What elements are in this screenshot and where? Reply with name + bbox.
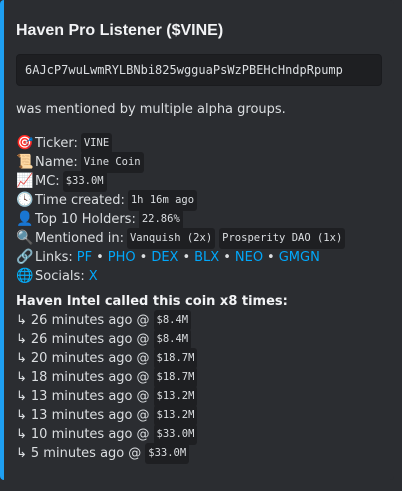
call-time: 10 minutes ago	[30, 427, 133, 442]
call-item: ↳ 13 minutes ago @ $13.2M	[16, 405, 382, 426]
call-time: 13 minutes ago	[30, 389, 133, 404]
reply-arrow-icon: ↳	[16, 313, 27, 328]
clock-icon: 🕓	[16, 192, 34, 208]
reply-arrow-icon: ↳	[16, 389, 27, 404]
link-separator: •	[267, 250, 275, 265]
link-pho[interactable]: PHO	[108, 248, 136, 267]
at-sign: @	[136, 313, 150, 328]
call-market-cap: $8.4M	[153, 329, 192, 350]
call-market-cap: $13.2M	[153, 405, 198, 426]
reply-arrow-icon: ↳	[16, 446, 27, 461]
calls-heading: Haven Intel called this coin x8 times:	[16, 294, 288, 309]
link-neo[interactable]: NEO	[235, 248, 263, 267]
chart-increasing-icon: 📈	[16, 173, 34, 189]
field-mentioned-in: 🔍 Mentioned in: Vanquish (2x) Prosperity…	[16, 228, 382, 249]
link-icon: 🔗	[16, 249, 34, 265]
field-links: 🔗 Links: PF • PHO • DEX • BLX • NEO • GM…	[16, 248, 382, 267]
at-sign: @	[136, 370, 150, 385]
scroll-icon: 📜	[16, 154, 34, 170]
call-time: 26 minutes ago	[30, 332, 133, 347]
call-item: ↳ 26 minutes ago @ $8.4M	[16, 310, 382, 331]
call-market-cap: $33.0M	[153, 424, 198, 445]
field-socials: 🌐 Socials: X	[16, 267, 382, 286]
mentioned-group: Vanquish (2x)	[126, 228, 216, 249]
embed-title: Haven Pro Listener ($VINE)	[16, 22, 224, 39]
call-market-cap: $8.4M	[153, 310, 192, 331]
magnifier-icon: 🔍	[16, 230, 34, 246]
globe-icon: 🌐	[16, 268, 34, 284]
socials-label: Socials:	[35, 269, 85, 284]
link-pf[interactable]: PF	[77, 248, 92, 267]
call-item: ↳ 13 minutes ago @ $13.2M	[16, 386, 382, 407]
at-sign: @	[136, 408, 150, 423]
reply-arrow-icon: ↳	[16, 408, 27, 423]
field-ticker: 🎯 Ticker: VINE	[16, 133, 382, 154]
time-created-label: Time created:	[35, 193, 125, 208]
top-holders-value: 22.86%	[138, 209, 183, 230]
link-separator: •	[182, 250, 191, 265]
mentioned-in-label: Mentioned in:	[35, 231, 124, 246]
mention-text: was mentioned by multiple alpha groups.	[16, 102, 286, 117]
field-time-created: 🕓 Time created: 1h 16m ago	[16, 190, 382, 211]
person-silhouette-icon: 👤	[16, 211, 34, 227]
target-icon: 🎯	[16, 135, 34, 151]
reply-arrow-icon: ↳	[16, 427, 27, 442]
reply-arrow-icon: ↳	[16, 370, 27, 385]
field-market-cap: 📈 MC: $33.0M	[16, 171, 382, 192]
call-item: ↳ 18 minutes ago @ $18.7M	[16, 367, 382, 388]
link-separator: •	[223, 250, 231, 265]
reply-arrow-icon: ↳	[16, 351, 27, 366]
link-gmgn[interactable]: GMGN	[279, 248, 320, 267]
alert-embed: Haven Pro Listener ($VINE) 6AJcP7wuLwmRY…	[0, 0, 394, 480]
ticker-value: VINE	[80, 133, 113, 154]
at-sign: @	[136, 427, 150, 442]
at-sign: @	[136, 332, 150, 347]
field-name: 📜 Name: Vine Coin	[16, 152, 382, 173]
name-label: Name:	[35, 155, 78, 170]
field-top-holders: 👤 Top 10 Holders: 22.86%	[16, 209, 382, 230]
at-sign: @	[136, 351, 150, 366]
at-sign: @	[136, 389, 150, 404]
call-market-cap: $13.2M	[153, 386, 198, 407]
name-value: Vine Coin	[80, 152, 144, 173]
market-cap-label: MC:	[35, 174, 60, 189]
link-separator: •	[96, 250, 104, 265]
call-time: 20 minutes ago	[30, 351, 133, 366]
call-item: ↳ 10 minutes ago @ $33.0M	[16, 424, 382, 445]
at-sign: @	[128, 446, 142, 461]
call-item: ↳ 20 minutes ago @ $18.7M	[16, 348, 382, 369]
market-cap-value: $33.0M	[62, 171, 107, 192]
link-dex[interactable]: DEX	[151, 248, 178, 267]
token-fields: 🎯 Ticker: VINE 📜 Name: Vine Coin 📈 MC: $…	[16, 133, 382, 286]
time-created-value: 1h 16m ago	[127, 190, 198, 211]
call-market-cap: $18.7M	[153, 367, 198, 388]
call-time: 5 minutes ago	[30, 446, 125, 461]
link-separator: •	[139, 250, 148, 265]
mentioned-group: Prosperity DAO (1x)	[219, 228, 346, 249]
call-market-cap: $18.7M	[153, 348, 198, 369]
reply-arrow-icon: ↳	[16, 332, 27, 347]
link-blx[interactable]: BLX	[194, 248, 219, 267]
contract-address-codeblock[interactable]: 6AJcP7wuLwmRYLBNbi825wgguaPsWzPBEHcHndpR…	[16, 54, 382, 86]
call-time: 26 minutes ago	[30, 313, 133, 328]
links-label: Links:	[35, 250, 73, 265]
top-holders-label: Top 10 Holders:	[35, 212, 136, 227]
call-item: ↳ 5 minutes ago @ $33.0M	[16, 443, 382, 464]
social-link-x[interactable]: X	[89, 267, 98, 286]
call-item: ↳ 26 minutes ago @ $8.4M	[16, 329, 382, 350]
call-time: 13 minutes ago	[30, 408, 133, 423]
call-market-cap: $33.0M	[145, 443, 190, 464]
calls-list: ↳ 26 minutes ago @ $8.4M ↳ 26 minutes ag…	[16, 310, 382, 464]
ticker-label: Ticker:	[35, 136, 78, 151]
call-time: 18 minutes ago	[30, 370, 133, 385]
